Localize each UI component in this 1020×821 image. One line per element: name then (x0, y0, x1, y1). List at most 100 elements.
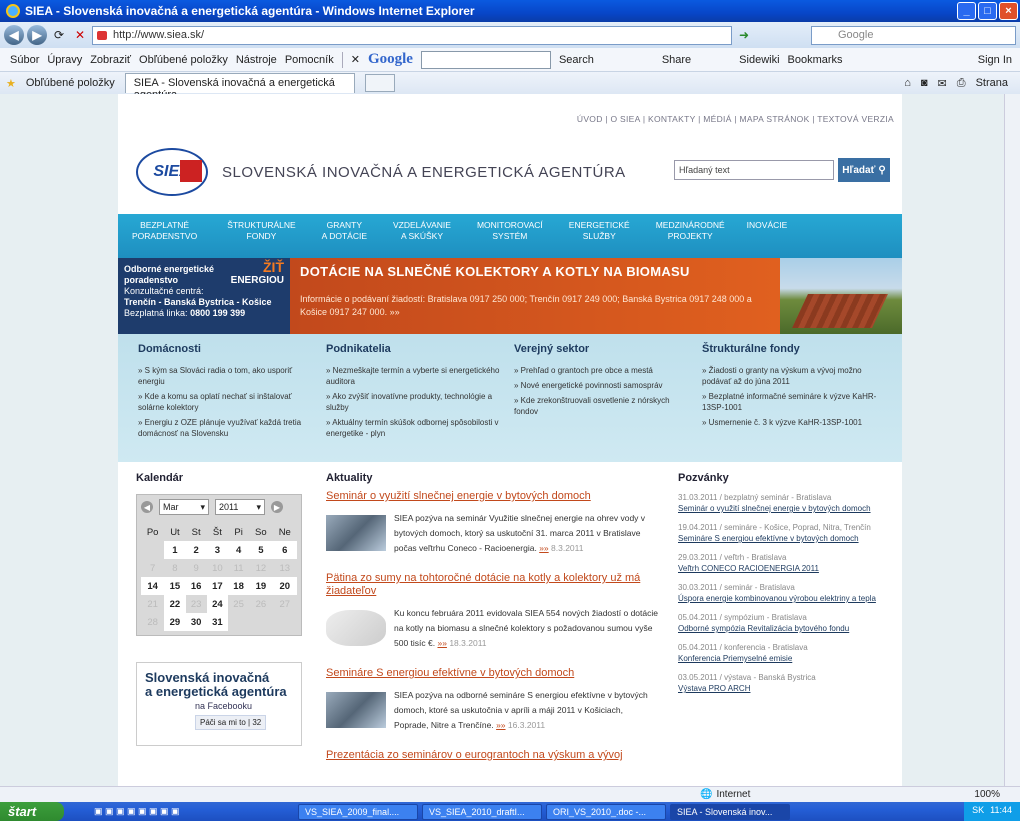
calendar-day[interactable]: 21 (141, 595, 164, 613)
menu-edit[interactable]: Úpravy (47, 54, 82, 66)
feeds-icon[interactable]: ◙ (921, 77, 928, 90)
nav-item-inovacie[interactable]: INOVÁCIE (739, 220, 802, 258)
calendar-day[interactable]: 16 (185, 577, 207, 595)
calendar-day[interactable]: 24 (206, 595, 228, 613)
nav-item-poradenstvo[interactable]: BEZPLATNÉ PORADENSTVO (132, 220, 211, 258)
calendar-day[interactable]: 29 (164, 613, 186, 631)
calendar-day[interactable]: 4 (227, 541, 250, 559)
calendar-day[interactable]: 30 (185, 613, 207, 631)
news-thumbnail[interactable] (326, 692, 386, 728)
sector-link[interactable]: » Žiadosti o granty na výskum a vývoj mo… (702, 365, 878, 387)
invitation-link[interactable]: Konferencia Priemyselné emisie (678, 653, 902, 664)
task-item[interactable]: ORI_VS_2010_.doc -... (546, 803, 666, 820)
sector-title[interactable]: Domácnosti (138, 344, 314, 355)
calendar-day[interactable]: 12 (249, 559, 272, 577)
minimize-button[interactable]: _ (957, 2, 976, 20)
nav-item-energeticke[interactable]: ENERGETICKÉ SLUŽBY (557, 220, 644, 258)
go-icon[interactable]: ➜ (735, 26, 753, 44)
calendar-day[interactable]: 2 (185, 541, 207, 559)
sector-link[interactable]: » S kým sa Slováci radia o tom, ako uspo… (138, 365, 314, 387)
news-headline[interactable]: Semináre S energiou efektívne v bytových… (326, 667, 658, 680)
invitation-link[interactable]: Veľtrh CONECO RACIOENERGIA 2011 (678, 563, 902, 574)
close-toolbar-icon[interactable]: ✕ (351, 53, 360, 66)
sector-link[interactable]: » Aktuálny termín skúšok odbornej spôsob… (326, 417, 502, 439)
top-navigation[interactable]: ÚVOD | O SIEA | KONTAKTY | MÉDIÁ | MAPA … (118, 94, 902, 130)
back-icon[interactable]: ◀ (4, 25, 24, 45)
sector-link[interactable]: » Kde zrekonštruovali osvetlenie z nórsk… (514, 395, 690, 417)
clock[interactable]: 11:44 (990, 805, 1012, 818)
month-select[interactable]: Mar ▾ (159, 499, 209, 515)
invitation-link[interactable]: Výstava PRO ARCH (678, 683, 902, 694)
home-icon[interactable]: ⌂ (904, 77, 911, 90)
google-search-button[interactable]: Search (559, 54, 594, 66)
sector-link[interactable]: » Energiu z OZE plánuje využívať každá t… (138, 417, 314, 439)
facebook-like-button[interactable]: Páči sa mi to | 32 (195, 715, 267, 730)
stop-icon[interactable]: ✕ (71, 26, 89, 44)
google-signin-button[interactable]: Sign In (978, 54, 1012, 66)
calendar-day[interactable]: 22 (164, 595, 186, 613)
sector-link[interactable]: » Ako zvýšiť inovatívne produkty, techno… (326, 391, 502, 413)
language-indicator[interactable]: SK (972, 805, 984, 818)
site-search-input[interactable]: Hľadaný text (674, 160, 834, 180)
google-bookmarks-button[interactable]: Bookmarks (788, 54, 843, 66)
sector-link[interactable]: » Nezmeškajte termín a vyberte si energe… (326, 365, 502, 387)
calendar-day[interactable]: 25 (228, 595, 249, 613)
nav-item-fondy[interactable]: ŠTRUKTURÁLNE FONDY (211, 220, 309, 258)
close-button[interactable]: × (999, 2, 1018, 20)
calendar-day[interactable]: 9 (186, 559, 207, 577)
nav-item-vzdelavanie[interactable]: VZDELÁVANIE A SKÚŠKY (381, 220, 465, 258)
calendar-day[interactable]: 14 (141, 577, 165, 595)
mail-icon[interactable]: ✉ (938, 77, 947, 90)
task-item-active[interactable]: SIEA - Slovenská inov... (670, 803, 790, 820)
invitation-link[interactable]: Semináre S energiou efektívne v bytových… (678, 533, 902, 544)
calendar-day[interactable]: 15 (164, 577, 186, 595)
menu-file[interactable]: Súbor (10, 54, 39, 66)
calendar-day[interactable]: 7 (141, 559, 164, 577)
calendar-day[interactable]: 10 (207, 559, 228, 577)
invitation-link[interactable]: Seminár o využití slnečnej energie v byt… (678, 503, 902, 514)
sector-link[interactable]: » Prehľad o grantoch pre obce a mestá (514, 365, 690, 376)
sector-link[interactable]: » Kde a komu sa oplatí nechať si inštalo… (138, 391, 314, 413)
siea-logo[interactable]: SIEA (136, 148, 208, 196)
news-headline[interactable]: Pätina zo sumy na tohtoročné dotácie na … (326, 572, 658, 598)
forward-icon[interactable]: ▶ (27, 25, 47, 45)
quick-launch-icons[interactable]: ▣ ▣ ▣ ▣ ▣ ▣ ▣ ▣ (94, 806, 294, 817)
news-thumbnail[interactable] (326, 515, 386, 551)
news-headline[interactable]: Prezentácia zo seminárov o eurograntoch … (326, 749, 658, 762)
nav-item-medzinarodne[interactable]: MEDZINÁRODNÉ PROJEKTY (644, 220, 739, 258)
calendar-day[interactable]: 6 (272, 541, 297, 559)
nav-item-granty[interactable]: GRANTY A DOTÁCIE (310, 220, 381, 258)
calendar-day[interactable]: 1 (164, 541, 186, 559)
calendar-day[interactable]: 27 (273, 595, 297, 613)
news-headline[interactable]: Seminár o využití slnečnej energie v byt… (326, 490, 658, 503)
google-toolbar-search[interactable] (420, 50, 551, 69)
nav-item-monitorovaci[interactable]: MONITOROVACÍ SYSTÉM (465, 220, 557, 258)
prev-month-icon[interactable]: ◀ (141, 501, 153, 513)
task-item[interactable]: VS_SIEA_2009_final.... (298, 803, 418, 820)
new-tab-button[interactable] (364, 74, 395, 92)
print-icon[interactable]: ⎙ (957, 77, 966, 90)
google-sidewiki-button[interactable]: Sidewiki (739, 54, 779, 66)
sector-link[interactable]: » Usmernenie č. 3 k výzve KaHR-13SP-1001 (702, 417, 878, 428)
more-link[interactable]: »» (437, 638, 446, 648)
sector-title[interactable]: Podnikatelia (326, 344, 502, 355)
site-search-button[interactable]: Hľadať ⚲ (838, 158, 890, 182)
favorites-label[interactable]: Obľúbené položky (26, 77, 115, 89)
more-link[interactable]: »» (496, 720, 505, 730)
next-month-icon[interactable]: ▶ (271, 501, 283, 513)
vertical-scrollbar[interactable] (1004, 94, 1020, 786)
sector-title[interactable]: Štrukturálne fondy (702, 344, 878, 355)
favorites-star-icon[interactable]: ★ (6, 77, 16, 90)
sector-link[interactable]: » Bezplatné informačné semináre k výzve … (702, 391, 878, 413)
calendar-day[interactable]: 8 (164, 559, 185, 577)
sector-title[interactable]: Verejný sektor (514, 344, 690, 355)
year-select[interactable]: 2011 ▾ (215, 499, 265, 515)
page-menu[interactable]: Strana (976, 77, 1008, 90)
refresh-icon[interactable]: ⟳ (50, 26, 68, 44)
calendar-day[interactable]: 17 (206, 577, 228, 595)
start-button[interactable]: štart (0, 802, 64, 821)
menu-help[interactable]: Pomocník (285, 54, 334, 66)
calendar-day[interactable]: 3 (206, 541, 228, 559)
task-item[interactable]: VS_SIEA_2010_draftI... (422, 803, 542, 820)
calendar-day[interactable]: 19 (249, 577, 273, 595)
